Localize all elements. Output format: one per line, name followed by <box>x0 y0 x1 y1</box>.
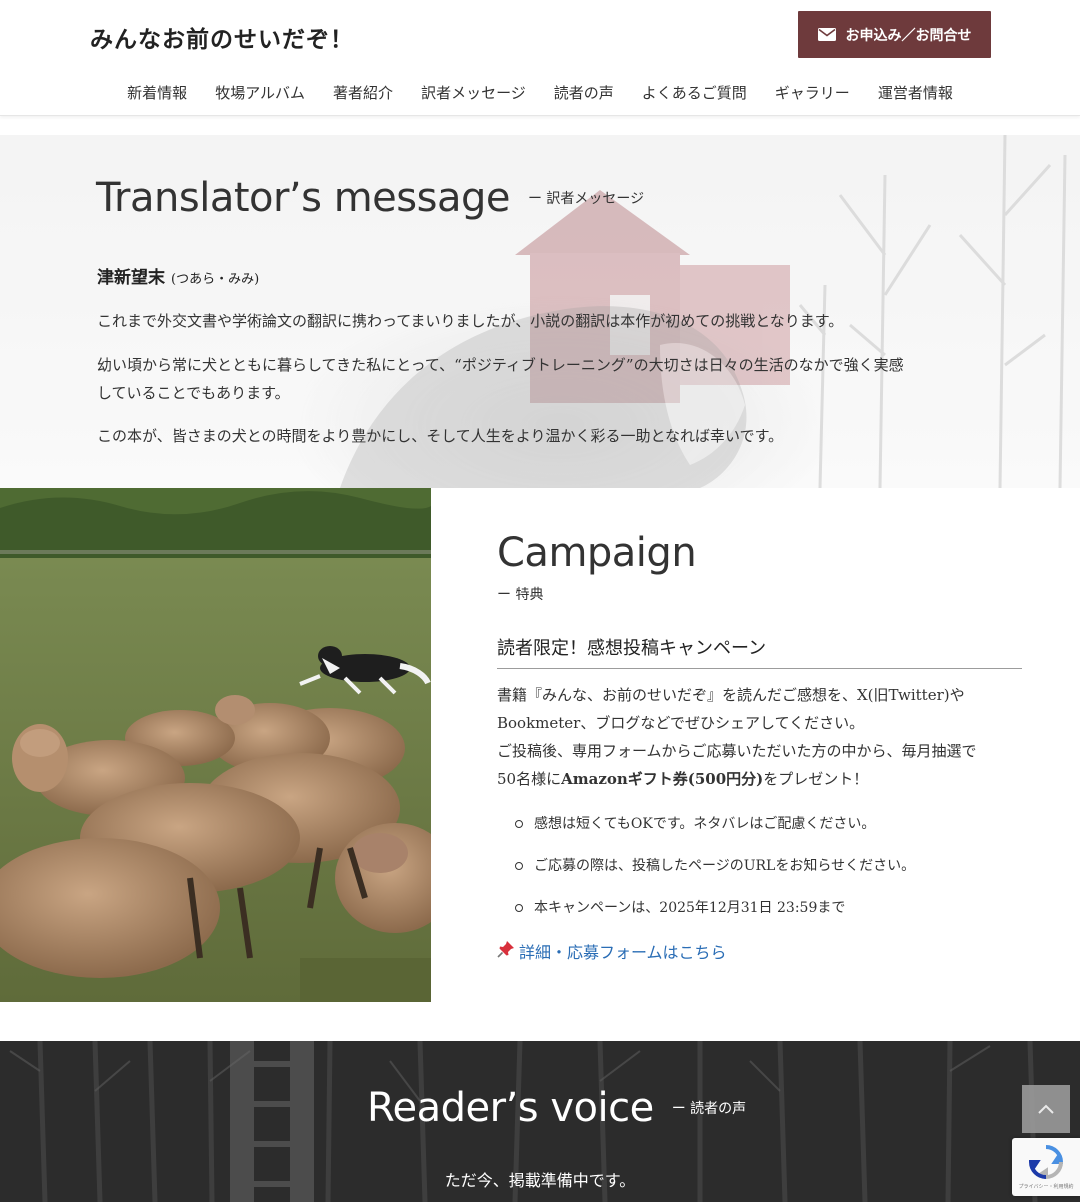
list-item-text: ご応募の際は、投稿したページのURLをお知らせください。 <box>534 858 916 874</box>
translator-paragraph-1: これまで外交文書や学術論文の翻訳に携わってまいりましたが、小説の翻訳は本作が初め… <box>97 312 844 330</box>
bullet-icon <box>515 862 523 870</box>
nav-item-news[interactable]: 新着情報 <box>113 82 201 103</box>
nav-item-gallery[interactable]: ギャラリー <box>761 82 864 103</box>
campaign-prize: Amazonギフト券(500円分) <box>561 770 764 788</box>
contact-button[interactable]: お申込み／お問合せ <box>798 11 991 58</box>
campaign-body: 書籍『みんな、お前のせいだぞ』を読んだご感想を、X(旧Twitter)や Boo… <box>497 681 1022 793</box>
campaign-notes-list: 感想は短くてもOKです。ネタバレはご配慮ください。 ご応募の際は、投稿したページ… <box>497 803 1022 929</box>
list-item: ご応募の際は、投稿したページのURLをお知らせください。 <box>497 845 1022 887</box>
bullet-icon <box>515 904 523 912</box>
translator-paragraph-2-line-1: 幼い頃から常に犬とともに暮らしてきた私にとって、“ポジティブトレーニング”の大切… <box>97 356 904 374</box>
recaptcha-icon <box>1028 1145 1064 1180</box>
translator-heading: Translator’s message ー 訳者メッセージ <box>96 175 644 221</box>
translator-paragraph-2-line-2: していることでもあります。 <box>97 384 290 402</box>
translator-heading-en: Translator’s message <box>96 175 510 221</box>
campaign-body-line: Bookmeter、ブログなどでぜひシェアしてください。 <box>497 714 865 732</box>
campaign-form-link-text: 詳細・応募フォームはこちら <box>519 943 727 962</box>
nav-item-voice[interactable]: 読者の声 <box>540 82 628 103</box>
reader-voice-heading: Reader’s voice ー 読者の声 <box>367 1085 746 1131</box>
recaptcha-badge[interactable]: プライバシー・利用規約 <box>1012 1138 1080 1196</box>
list-item: 本キャンペーンは、2025年12月31日 23:59まで <box>497 887 1022 929</box>
reader-voice-heading-en: Reader’s voice <box>367 1085 654 1131</box>
campaign-section: Campaign ー 特典 読者限定！感想投稿キャンペーン 書籍『みんな、お前の… <box>497 530 1022 963</box>
nav-item-faq[interactable]: よくあるご質問 <box>628 82 761 103</box>
translator-heading-jp: ー 訳者メッセージ <box>527 191 645 207</box>
reader-voice-heading-jp: ー 読者の声 <box>671 1101 747 1117</box>
campaign-heading-jp: ー 特典 <box>497 587 544 603</box>
campaign-title: 読者限定！感想投稿キャンペーン <box>497 634 1022 669</box>
nav-item-author[interactable]: 著者紹介 <box>319 82 407 103</box>
translator-name-text: 津新望末 <box>97 268 165 288</box>
back-to-top-button[interactable] <box>1022 1085 1070 1133</box>
recaptcha-text[interactable]: プライバシー・利用規約 <box>1019 1183 1074 1190</box>
campaign-body-text: 50名様に <box>497 770 562 788</box>
list-item-text: 感想は短くてもOKです。ネタバレはご配慮ください。 <box>534 816 876 832</box>
campaign-body-line: 50名様にAmazonギフト券(500円分)をプレゼント！ <box>497 765 1022 793</box>
contact-button-label: お申込み／お問合せ <box>845 27 972 44</box>
sheep-and-dog-photo <box>0 488 431 1002</box>
translator-name-reading: (つあら・みみ) <box>171 272 260 287</box>
campaign-body-text: をプレゼント！ <box>763 770 869 788</box>
nav-item-translator[interactable]: 訳者メッセージ <box>407 82 540 103</box>
site-title[interactable]: みんなお前のせいだぞ！ <box>90 20 354 54</box>
bullet-icon <box>515 820 523 828</box>
translator-section: Translator’s message ー 訳者メッセージ 津新望末 (つあら・… <box>0 135 1080 488</box>
campaign-body-line: 書籍『みんな、お前のせいだぞ』を読んだご感想を、X(旧Twitter)や <box>497 686 965 704</box>
main-nav: 新着情報 牧場アルバム 著者紹介 訳者メッセージ 読者の声 よくあるご質問 ギャ… <box>0 82 1080 103</box>
site-header: みんなお前のせいだぞ！ お申込み／お問合せ 新着情報 牧場アルバム 著者紹介 訳… <box>0 0 1080 116</box>
translator-name: 津新望末 (つあら・みみ) <box>97 263 259 288</box>
list-item-text: 本キャンペーンは、2025年12月31日 23:59まで <box>534 900 846 916</box>
nav-item-operator[interactable]: 運営者情報 <box>864 82 967 103</box>
campaign-body-line: ご投稿後、専用フォームからご応募いただいた方の中から、毎月抽選で <box>497 742 977 760</box>
mail-icon <box>817 28 836 41</box>
campaign-heading-en: Campaign <box>497 530 697 576</box>
reader-voice-section: Reader’s voice ー 読者の声 ただ今、掲載準備中です。 <box>0 1041 1080 1202</box>
reader-voice-status: ただ今、掲載準備中です。 <box>444 1171 636 1190</box>
nav-item-album[interactable]: 牧場アルバム <box>201 82 319 103</box>
campaign-form-link[interactable]: 詳細・応募フォームはこちら <box>497 939 1022 963</box>
pushpin-icon <box>497 940 515 962</box>
translator-paragraph-3: この本が、皆さまの犬との時間をより豊かにし、そして人生をより温かく彩る一助となれ… <box>97 427 784 445</box>
list-item: 感想は短くてもOKです。ネタバレはご配慮ください。 <box>497 803 1022 845</box>
chevron-up-icon <box>1038 1104 1054 1114</box>
